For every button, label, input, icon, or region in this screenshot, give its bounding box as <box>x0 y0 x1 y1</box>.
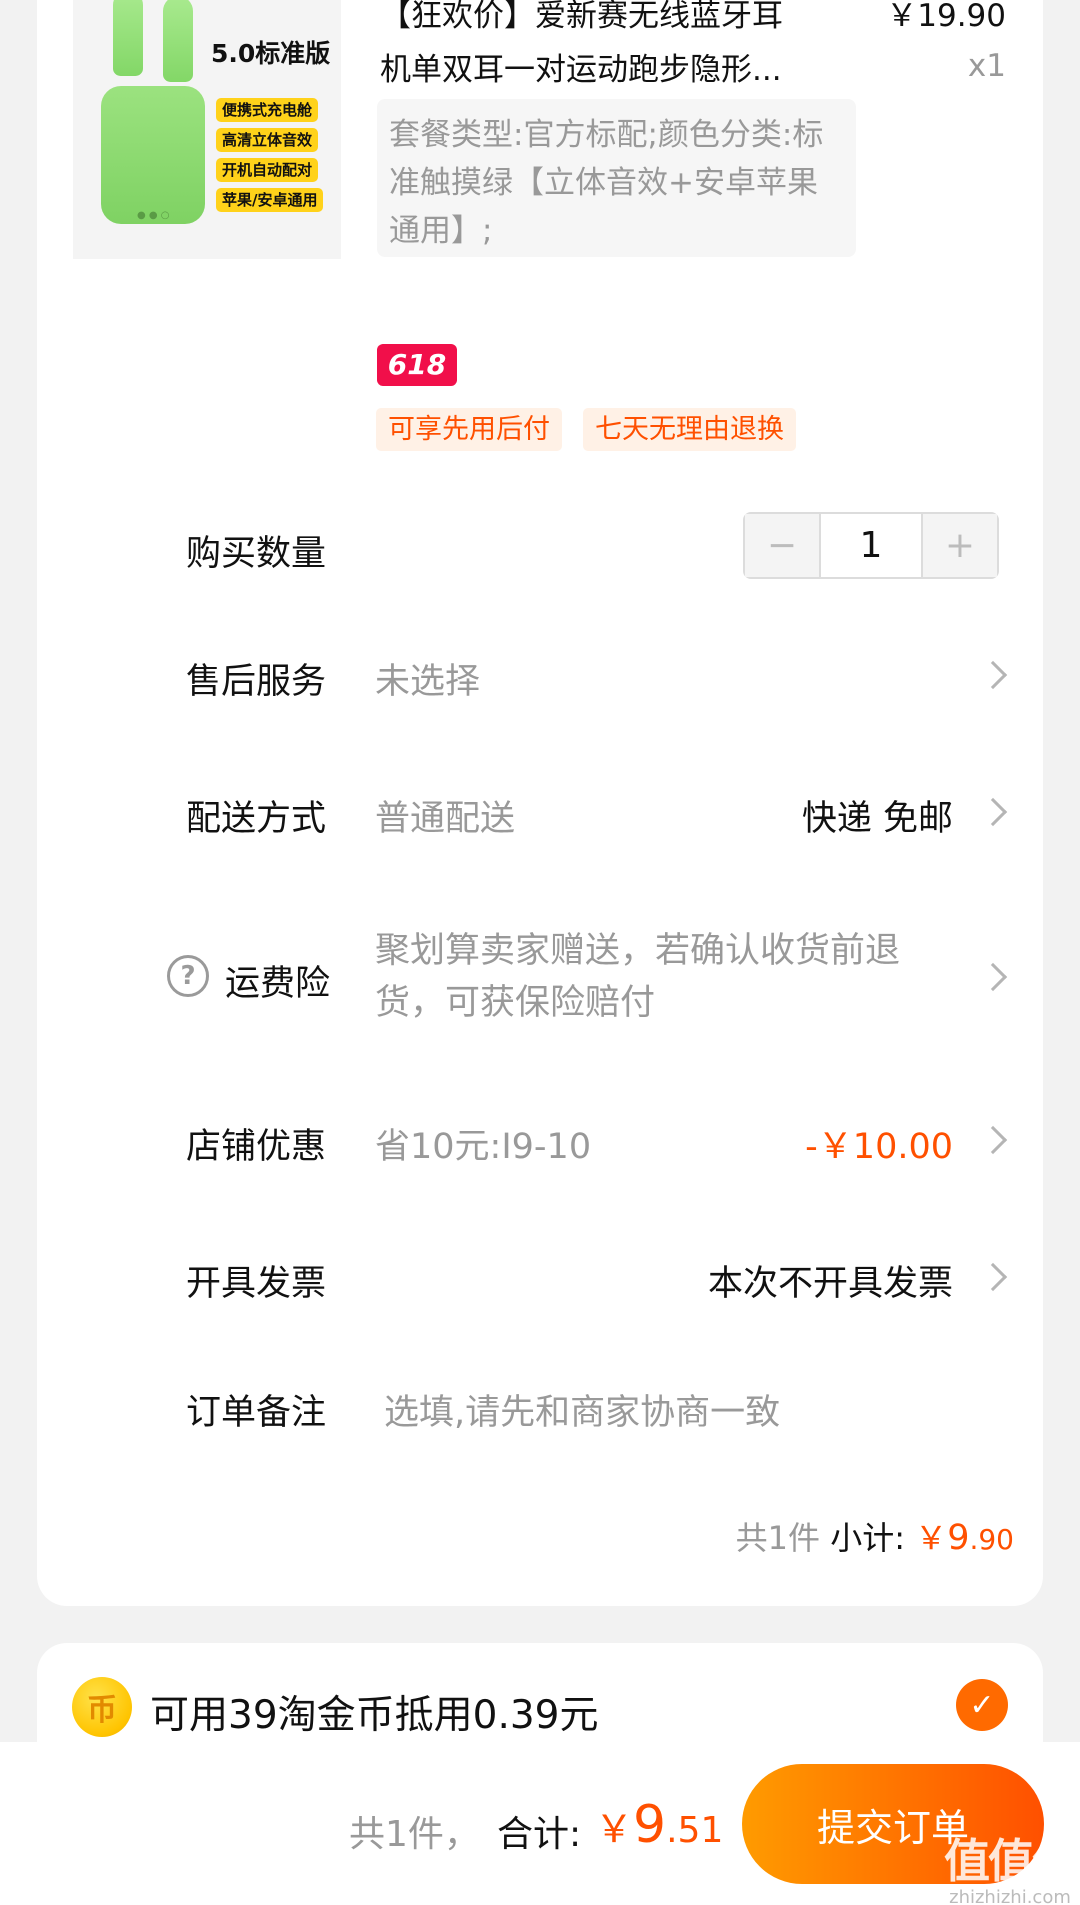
invoice-label: 开具发票 <box>186 1264 327 1304</box>
product-image-feature: 开机自动配对 <box>216 158 319 182</box>
total-integer: 9 <box>633 1795 667 1855</box>
total-label: 合计: <box>497 1814 582 1855</box>
product-image-feature: 苹果/安卓通用 <box>216 188 324 212</box>
product-sku: 套餐类型:官方标配;颜色分类:标准触摸绿【立体音效+安卓苹果通用】; <box>377 99 856 257</box>
earbud-right-shape <box>163 0 193 82</box>
shop-discount-label: 店铺优惠 <box>186 1127 327 1167</box>
order-remark-input[interactable]: 选填,请先和商家协商一致 <box>384 1384 780 1435</box>
after-sale-label: 售后服务 <box>186 662 327 702</box>
product-quantity-label: x1 <box>967 48 1006 84</box>
shop-discount-desc: 省10元:I9-10 <box>375 1127 592 1167</box>
subtotal-integer: 9 <box>947 1518 970 1558</box>
currency-symbol: ￥ <box>915 1519 948 1557</box>
product-image-feature: 便携式充电舱 <box>216 98 319 122</box>
order-confirm-page: ● ● ○ 5.0标准版 便携式充电舱 高清立体音效 开机自动配对 苹果/安卓通… <box>0 0 1080 1905</box>
product-image-title: 5.0标准版 <box>211 39 331 68</box>
help-icon[interactable]: ? <box>167 955 209 997</box>
total-amount: ￥9.51 <box>595 1795 723 1855</box>
gold-coin-icon: 币 <box>72 1677 132 1737</box>
currency-symbol: ￥ <box>595 1807 634 1851</box>
product-image[interactable]: ● ● ○ 5.0标准版 便携式充电舱 高清立体音效 开机自动配对 苹果/安卓通… <box>73 0 341 259</box>
earbud-left-shape <box>113 0 143 76</box>
subtotal: 共1件 小计: ￥9.90 <box>736 1513 1014 1559</box>
charging-case-shape <box>101 86 205 224</box>
subtotal-decimal: .90 <box>969 1523 1014 1556</box>
product-image-feature: 高清立体音效 <box>216 128 319 152</box>
order-remark-label: 订单备注 <box>186 1393 327 1433</box>
shop-discount-amount: -￥10.00 <box>805 1127 953 1167</box>
subtotal-label: 小计: <box>830 1519 905 1557</box>
tag-seven-day-return: 七天无理由退换 <box>583 408 796 451</box>
quantity-label: 购买数量 <box>186 534 327 574</box>
delivery-label: 配送方式 <box>186 799 327 839</box>
promo-618-badge: 618 <box>377 344 457 386</box>
submit-order-button[interactable]: 提交订单 <box>742 1764 1044 1884</box>
taojinbi-text: 可用39淘金币抵用0.39元 <box>150 1693 599 1738</box>
subtotal-amount: ￥9.90 <box>915 1518 1014 1558</box>
subtotal-count: 共1件 <box>735 1519 821 1557</box>
case-led-dots: ● ● ○ <box>137 210 170 221</box>
quantity-minus-button[interactable]: − <box>745 514 819 577</box>
delivery-value: 普通配送 <box>375 799 516 839</box>
shipping-insurance-desc: 聚划算卖家赠送，若确认收货前退货，可获保险赔付 <box>375 931 901 1023</box>
shipping-insurance-label: 运费险 <box>225 964 331 1004</box>
after-sale-value: 未选择 <box>375 662 481 702</box>
quantity-plus-button[interactable]: + <box>923 514 997 577</box>
delivery-fee: 快递 免邮 <box>801 799 953 839</box>
product-title-line1[interactable]: 【狂欢价】爱新赛无线蓝牙耳 <box>380 0 783 35</box>
quantity-value[interactable]: 1 <box>819 514 923 577</box>
quantity-stepper: − 1 + <box>743 512 999 579</box>
checked-icon[interactable]: ✓ <box>956 1679 1008 1731</box>
tag-pay-later: 可享先用后付 <box>376 408 562 451</box>
total-count: 共1件， <box>349 1814 480 1855</box>
product-price: ￥19.90 <box>886 0 1006 34</box>
total-decimal: .51 <box>666 1810 724 1851</box>
product-title-line2[interactable]: 机单双耳一对运动跑步隐形... <box>380 44 782 89</box>
invoice-value: 本次不开具发票 <box>707 1264 953 1304</box>
